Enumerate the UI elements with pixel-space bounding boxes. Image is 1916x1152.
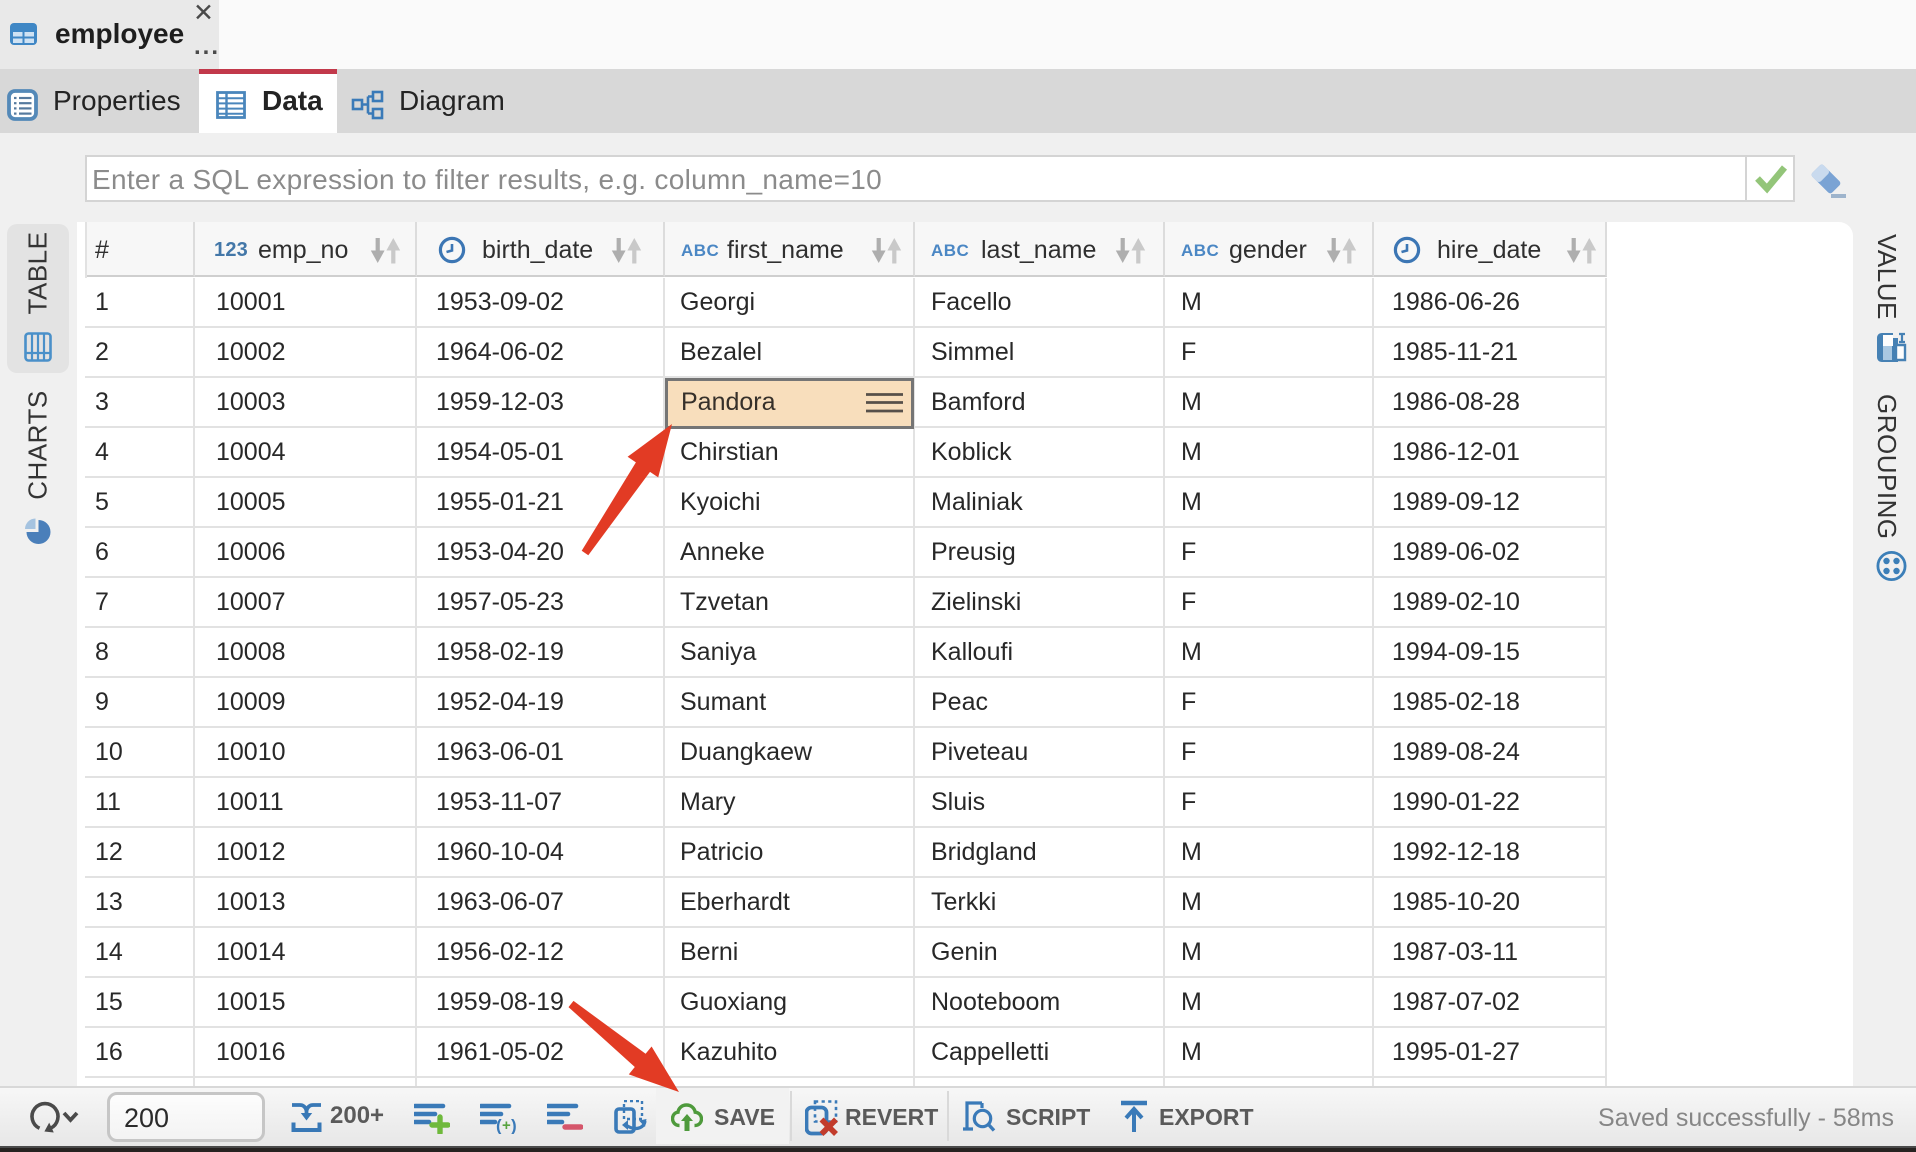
svg-text:): ) <box>511 1116 517 1134</box>
svg-text:+: + <box>502 1117 511 1134</box>
